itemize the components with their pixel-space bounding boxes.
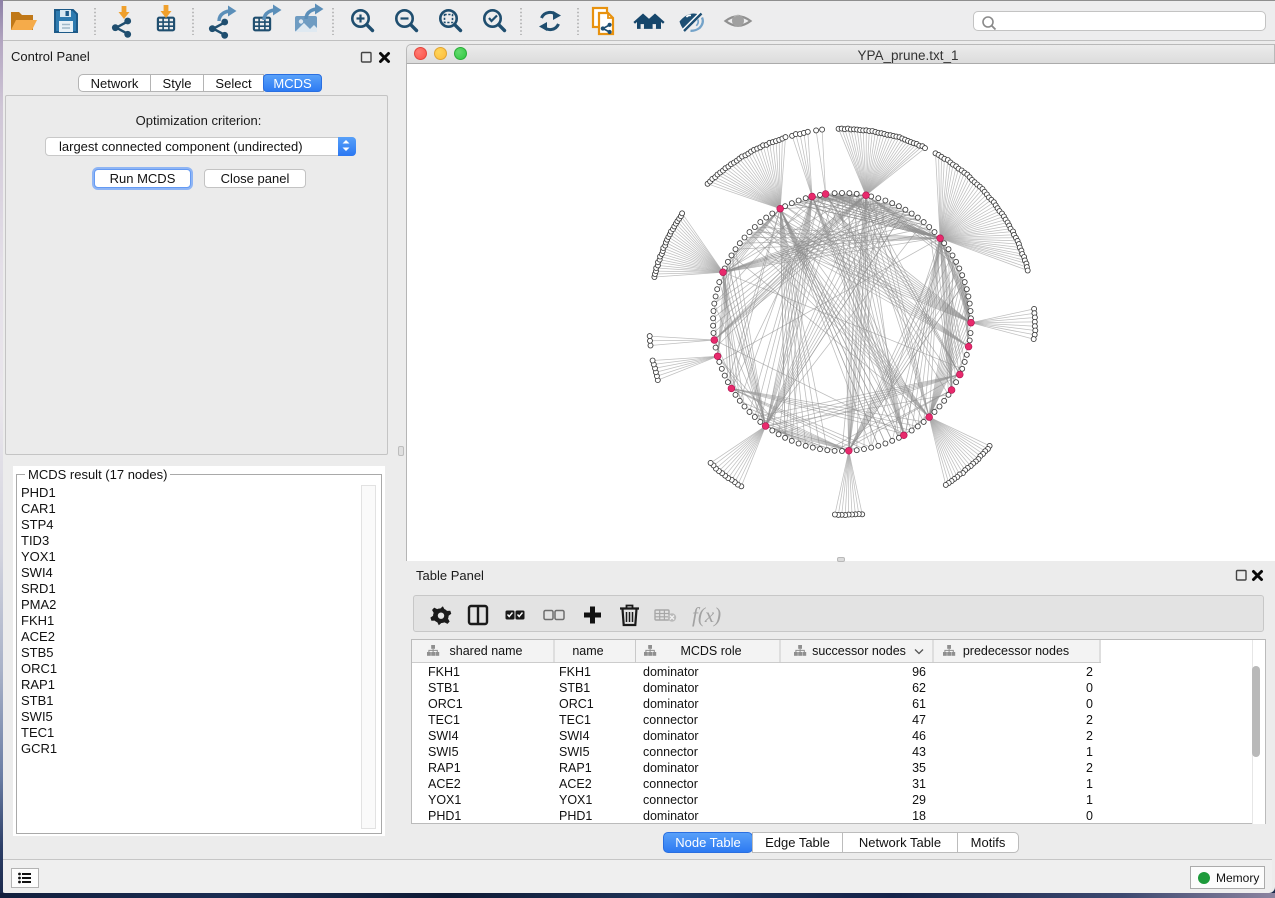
- svg-text:f(x): f(x): [692, 603, 721, 627]
